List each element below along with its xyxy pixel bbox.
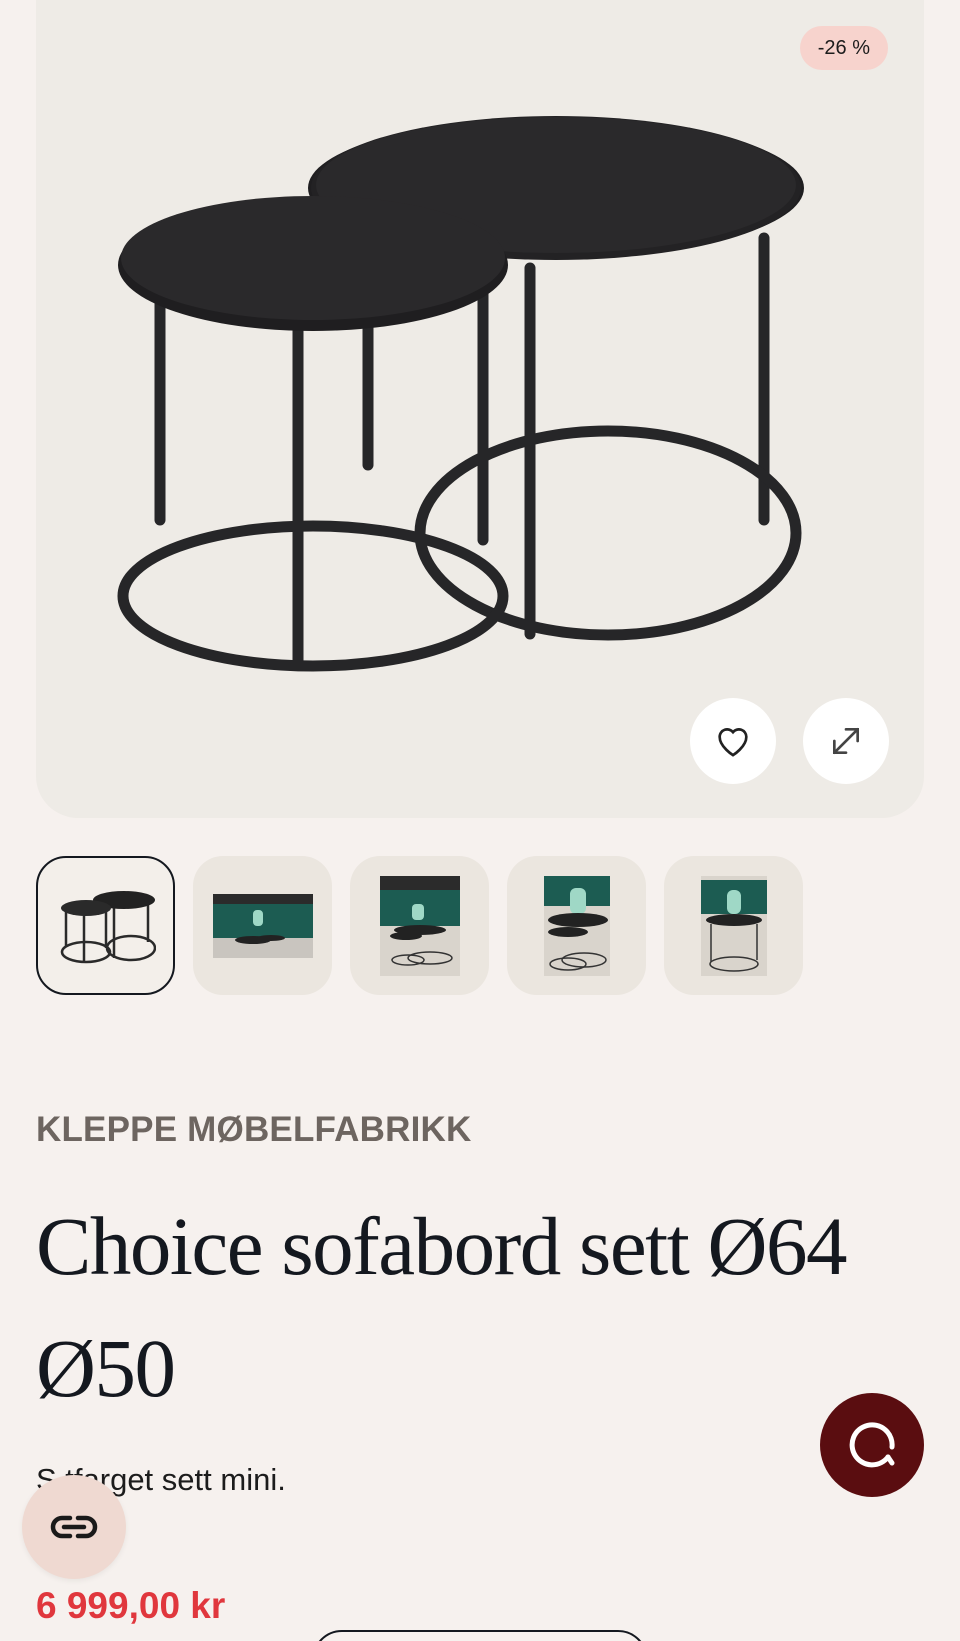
thumbnail-tables-image (60, 890, 156, 963)
favorite-button[interactable] (690, 698, 776, 784)
heart-icon (718, 728, 748, 757)
thumbnail-strip (36, 856, 803, 995)
thumbnail-3[interactable] (350, 856, 489, 995)
compare-icon (50, 1515, 98, 1539)
thumbnail-living-room-image (543, 875, 610, 976)
thumbnail-living-room-image (379, 875, 460, 976)
add-to-cart-button-partial[interactable] (312, 1630, 648, 1641)
product-image-area[interactable]: -26 % (36, 0, 924, 818)
chat-button[interactable] (820, 1393, 924, 1497)
thumbnail-living-room-image (700, 875, 767, 976)
thumbnail-living-room-image (212, 893, 313, 958)
discount-badge: -26 % (799, 26, 888, 70)
expand-image-button[interactable] (803, 698, 889, 784)
thumbnail-2[interactable] (193, 856, 332, 995)
brand-name[interactable]: KLEPPE MØBELFABRIKK (36, 1110, 472, 1150)
compare-button[interactable] (22, 1475, 126, 1579)
product-price: 6 999,00 kr (36, 1585, 226, 1626)
product-image-nesting-tables (117, 116, 804, 672)
thumbnail-5[interactable] (664, 856, 803, 995)
product-title: Choice sofabord sett Ø64 Ø50 (36, 1200, 847, 1414)
thumbnail-1[interactable] (36, 856, 175, 995)
expand-icon (833, 728, 859, 754)
chat-icon (849, 1422, 895, 1468)
thumbnail-4[interactable] (507, 856, 646, 995)
